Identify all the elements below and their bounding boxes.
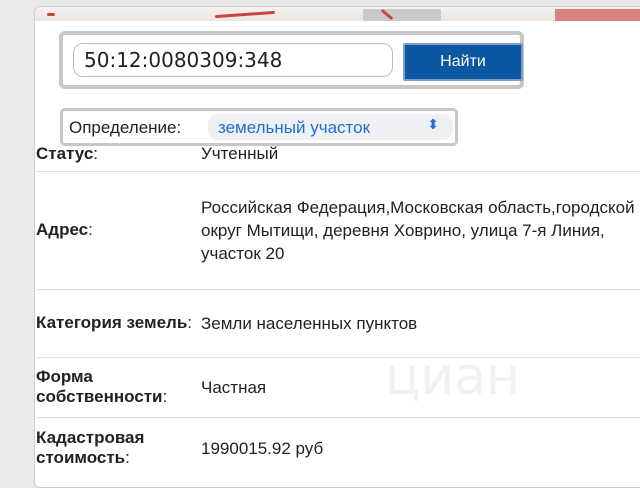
- chevron-updown-icon: ⬍: [427, 116, 439, 132]
- row-value: 1990015.92 руб: [201, 438, 324, 458]
- table-row: Адрес: Российская Федерация,Московская о…: [34, 171, 640, 290]
- row-value: Учтенный: [201, 137, 640, 172]
- map-preview-strip[interactable]: [35, 7, 640, 21]
- row-value: Земли населенных пунктов: [201, 289, 640, 358]
- row-label: Кадастровая стоимость:: [36, 428, 145, 468]
- search-button[interactable]: Найти: [403, 43, 523, 81]
- row-label: Форма собственности:: [34, 357, 201, 418]
- definition-label: Определение:: [69, 118, 182, 137]
- row-label: Категория земель:: [34, 289, 201, 358]
- definition-selected-value: земельный участок: [218, 118, 371, 137]
- table-row: Кадастровая стоимость: 1990015.92 руб: [34, 417, 640, 479]
- property-details-table: Статус: Учтенный Адрес: Российская Федер…: [34, 137, 640, 479]
- row-label: Статус:: [34, 137, 201, 172]
- row-label: Адрес:: [34, 171, 201, 290]
- table-row: Форма собственности: Частная: [34, 357, 640, 418]
- cadastral-number-input[interactable]: [73, 43, 393, 77]
- row-value: Частная: [201, 357, 640, 418]
- search-box: Найти: [59, 31, 524, 89]
- row-value: Российская Федерация,Московская область,…: [201, 171, 640, 290]
- table-row: Категория земель: Земли населенных пункт…: [34, 289, 640, 358]
- table-row: Статус: Учтенный: [34, 137, 640, 172]
